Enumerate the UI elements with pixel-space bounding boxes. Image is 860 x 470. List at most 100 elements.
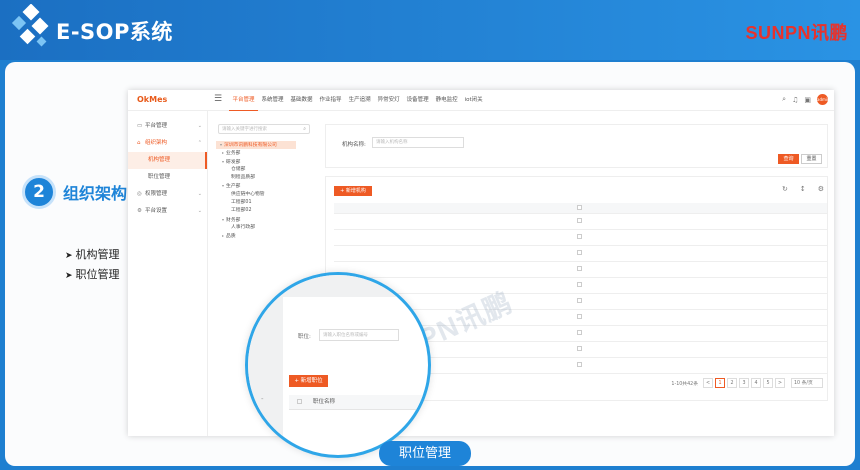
pagination: 1-10共42条 < 1 2 3 4 5 > 10 条/页 (671, 378, 823, 388)
tree-node-root[interactable]: ▾ 深圳市讯鹏科技有限公司 (216, 141, 296, 150)
top-nav-item[interactable]: 基础数据 (287, 90, 316, 111)
gear-icon[interactable]: ⚙ (818, 185, 824, 193)
app-window: OkMes ☰ 平台管理 系统管理 基础数据 作业指导 生产追溯 异常安灯 设备… (128, 90, 834, 436)
bell-icon[interactable]: ♫ (792, 96, 798, 104)
search-icon[interactable]: ⌕ (782, 95, 786, 104)
row-checkbox[interactable] (577, 218, 582, 223)
row-checkbox[interactable] (577, 282, 582, 287)
select-all-checkbox[interactable] (297, 399, 302, 404)
bullet-list: ➤ 机构管理 ➤ 职位管理 (65, 245, 120, 285)
avatar[interactable]: admin (817, 94, 830, 105)
fullscreen-icon[interactable]: ▣ (804, 96, 811, 104)
zoom-top-bg (283, 275, 428, 297)
add-org-button[interactable]: + 新增机构 (334, 186, 372, 196)
position-label: 职位: (298, 334, 311, 340)
settings-icon: ⚙ (137, 208, 142, 214)
tree-node[interactable]: ▾ 研发部 (214, 158, 316, 166)
filter-panel: 机构名称: 请输入机构名称 查询 重置 (325, 124, 828, 168)
search-icon: ⌕ (303, 126, 306, 132)
callout-label: 职位管理 (379, 441, 471, 466)
page-next-button[interactable]: > (775, 378, 785, 388)
top-nav-item[interactable]: 作业指导 (316, 90, 345, 111)
tree-search-input[interactable]: 请输入关键字进行搜索 ⌕ (218, 124, 310, 134)
select-all-checkbox[interactable] (577, 205, 582, 210)
caret-right-icon: ▸ (222, 150, 225, 156)
refresh-icon[interactable]: ↻ (782, 185, 788, 193)
sidebar-item-settings[interactable]: ⚙ 平台设置 ⌄ (128, 203, 207, 220)
top-nav: 平台管理 系统管理 基础数据 作业指导 生产追溯 异常安灯 设备管理 静电监控 … (229, 90, 486, 111)
top-icons: ⌕ ♫ ▣ admin (782, 94, 830, 105)
row-checkbox[interactable] (577, 298, 582, 303)
row-checkbox[interactable] (577, 362, 582, 367)
sidebar-item-org-manage[interactable]: 机构管理 (128, 152, 207, 169)
tree-node[interactable]: 仓储部 (214, 166, 316, 174)
chevron-down-icon: ⌄ (197, 123, 202, 129)
tree-node[interactable]: ▸ 业务部 (214, 149, 316, 157)
org-tree: ▾ 深圳市讯鹏科技有限公司 ▸ 业务部 ▾ 研发部 仓储部 制程品质部 ▾ 生产部 供应… (214, 141, 316, 241)
top-nav-item[interactable]: 静电监控 (432, 90, 461, 111)
lock-icon: ◎ (137, 191, 142, 197)
sidebar-item-permission[interactable]: ◎ 权限管理 ⌄ (128, 186, 207, 203)
top-nav-item[interactable]: 异常安灯 (374, 90, 403, 111)
caret-down-icon: ▾ (222, 216, 225, 222)
top-nav-item[interactable]: 系统管理 (258, 90, 287, 111)
query-button[interactable]: 查询 (778, 154, 799, 164)
zoom-sidebar-bg (248, 275, 283, 455)
tree-node[interactable]: 制程品质部 (214, 174, 316, 182)
page-button[interactable]: 5 (763, 378, 773, 388)
tree-dash: - (261, 395, 264, 403)
row-checkbox[interactable] (577, 314, 582, 319)
arrow-bullet-icon: ➤ (65, 271, 73, 281)
page-button[interactable]: 4 (751, 378, 761, 388)
tree-node[interactable]: 供应链中心物管 (214, 191, 316, 199)
tree-node[interactable]: ▾ 生产部 (214, 182, 316, 190)
org-name-input[interactable]: 请输入机构名称 (372, 137, 464, 148)
row-checkbox[interactable] (577, 234, 582, 239)
page-button[interactable]: 3 (739, 378, 749, 388)
position-search-input[interactable]: 请输入职位名称或编号 (319, 329, 399, 341)
diamond-logo-icon (11, 4, 49, 47)
sidebar-item-position-manage[interactable]: 职位管理 (128, 169, 207, 186)
add-position-button[interactable]: + 新增职位 (289, 375, 328, 387)
sidebar-item-platform[interactable]: ▭ 平台管理 ⌄ (128, 118, 207, 135)
caret-right-icon: ▸ (222, 233, 225, 239)
content-card: 2 组织架构 ➤ 机构管理 ➤ 职位管理 OkMes ☰ 平台管理 系统管理 基础数… (5, 62, 855, 466)
tree-node[interactable]: ▸ 品质 (214, 232, 316, 240)
position-table-header: 职位名称 (289, 395, 428, 410)
sidebar-item-org[interactable]: ⌂ 组织架构 ⌃ (128, 135, 207, 152)
top-nav-item[interactable]: 平台管理 (229, 90, 259, 111)
page-button[interactable]: 2 (727, 378, 737, 388)
page-button[interactable]: 1 (715, 378, 725, 388)
chevron-up-icon: ⌃ (197, 140, 202, 146)
table-tools: ↻ ↕ ⚙ (782, 185, 824, 193)
section-title: 组织架构 (63, 184, 128, 203)
table-row[interactable] (334, 214, 827, 230)
arrow-bullet-icon: ➤ (65, 251, 73, 261)
monitor-icon: ▭ (137, 123, 143, 129)
bullet-item: ➤ 机构管理 (65, 248, 120, 261)
app-logo: OkMes (137, 95, 168, 104)
top-nav-item[interactable]: 设备管理 (403, 90, 432, 111)
reset-button[interactable]: 重置 (801, 154, 822, 164)
tree-node[interactable]: 人事行政部 (214, 224, 316, 232)
menu-toggle-icon[interactable]: ☰ (214, 94, 222, 104)
page-size-select[interactable]: 10 条/页 (791, 378, 823, 388)
chevron-down-icon: ⌄ (197, 191, 202, 197)
top-nav-item[interactable]: iot闭关 (461, 90, 486, 111)
row-checkbox[interactable] (577, 266, 582, 271)
slide-title: E-SOP系统 (56, 20, 173, 44)
top-nav-item[interactable]: 生产追溯 (345, 90, 374, 111)
row-checkbox[interactable] (577, 330, 582, 335)
table-row[interactable] (334, 230, 827, 246)
brand-logo: SUNPN讯鹏 (745, 23, 848, 43)
tree-node[interactable]: ▾ 财务部 (214, 216, 316, 224)
tree-node[interactable]: 工程部01 (214, 199, 316, 207)
page-prev-button[interactable]: < (703, 378, 713, 388)
slide-header: E-SOP系统 SUNPN讯鹏 (0, 0, 860, 60)
row-checkbox[interactable] (577, 346, 582, 351)
row-checkbox[interactable] (577, 250, 582, 255)
pagination-total: 1-10共42条 (671, 381, 698, 387)
tree-node[interactable]: 工程部02 (214, 207, 316, 215)
table-row[interactable] (334, 246, 827, 262)
column-height-icon[interactable]: ↕ (800, 185, 806, 193)
